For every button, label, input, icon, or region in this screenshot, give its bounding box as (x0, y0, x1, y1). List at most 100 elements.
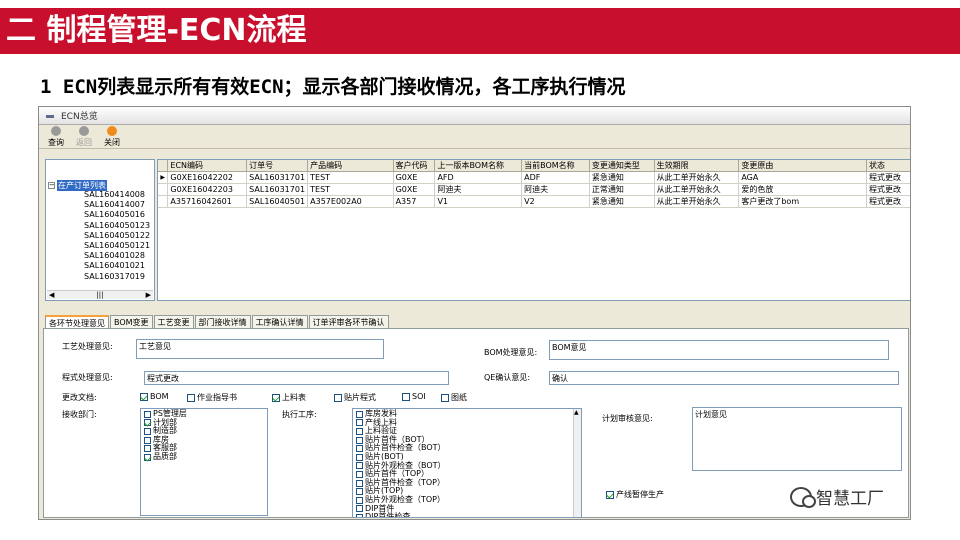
checkbox-icon[interactable] (187, 393, 195, 402)
plan-opinion-field[interactable]: 计划意见 (692, 407, 902, 471)
tree-item[interactable]: SAL160317019 (84, 272, 150, 282)
table-cell[interactable]: G0XE (393, 171, 436, 184)
table-cell[interactable]: G0XE16042202 (167, 171, 248, 184)
pause-production-checkbox[interactable]: 产线暂停生产 (606, 489, 664, 500)
column-header[interactable]: 当前BOM名称 (521, 160, 590, 172)
doc-smt-program-checkbox[interactable]: 贴片程式 (334, 392, 376, 403)
checkbox-checked-icon[interactable] (144, 453, 151, 461)
table-cell[interactable]: AFD (434, 171, 523, 184)
table-row[interactable]: G0XE16042203 SAL16031701 TEST G0XE 阿迪夫 阿迪夫 正常通… (158, 183, 910, 196)
checkbox-icon[interactable] (144, 427, 151, 435)
table-cell[interactable]: G0XE16042203 (167, 183, 248, 196)
tree-item[interactable]: SAL160414008 (84, 190, 150, 200)
checkbox-icon[interactable] (356, 453, 363, 461)
doc-sop-checkbox[interactable]: 作业指导书 (187, 392, 237, 403)
checkbox-icon[interactable] (356, 479, 363, 487)
table-cell[interactable]: A357 (393, 195, 436, 208)
checkbox-checked-icon[interactable] (606, 490, 614, 499)
scroll-left-icon[interactable]: ◀ (49, 291, 54, 299)
table-cell[interactable]: 阿迪夫 (434, 183, 523, 196)
scroll-right-icon[interactable]: ▶ (146, 291, 151, 299)
checkbox-checked-icon[interactable] (144, 419, 151, 427)
checkbox-checked-icon[interactable] (140, 392, 148, 401)
table-cell[interactable]: SAL16031701 (246, 171, 309, 184)
checkbox-icon[interactable] (356, 505, 363, 513)
query-button[interactable]: 查询 (43, 126, 69, 148)
column-header[interactable]: 订单号 (246, 160, 309, 172)
tree-hscrollbar[interactable]: ◀ ||| ▶ (47, 290, 153, 299)
tree-item[interactable]: SAL1604050121 (84, 241, 150, 251)
proc-item[interactable]: DIP首件检查 (356, 513, 578, 517)
table-cell[interactable]: 爱的色放 (738, 183, 868, 196)
table-cell[interactable]: 从此工单开始永久 (654, 183, 740, 196)
table-cell[interactable]: 程式更改 (866, 183, 910, 196)
checkbox-icon[interactable] (356, 419, 363, 427)
column-header[interactable]: 状态 (866, 160, 910, 172)
table-cell[interactable]: 正常通知 (589, 183, 655, 196)
scroll-thumb[interactable]: ||| (96, 291, 103, 299)
table-row[interactable]: A35716042601 SAL16040501 A357E002A0 A357 V1 V… (158, 195, 910, 208)
tree-item[interactable]: SAL160401021 (84, 261, 150, 271)
table-cell[interactable]: A357E002A0 (307, 195, 394, 208)
table-cell[interactable]: TEST (307, 183, 394, 196)
doc-feeder-checkbox[interactable]: 上料表 (272, 392, 306, 403)
dept-item[interactable]: 品质部 (144, 452, 264, 462)
checkbox-icon[interactable] (356, 436, 363, 444)
qe-opinion-field[interactable]: 确认 (549, 371, 899, 385)
column-header[interactable]: 上一版本BOM名称 (434, 160, 523, 172)
checkbox-icon[interactable] (356, 488, 363, 496)
order-tree[interactable]: − 在产订单列表 SAL160414008 SAL160414007 SAL1604… (45, 159, 155, 301)
back-button[interactable]: 返回 (71, 126, 97, 148)
table-cell[interactable]: 紧急通知 (589, 171, 655, 184)
table-cell[interactable]: SAL16040501 (246, 195, 309, 208)
column-header[interactable]: ECN编码 (167, 160, 248, 172)
tree-item[interactable]: SAL160405016 (84, 210, 150, 220)
checkbox-icon[interactable] (144, 436, 151, 444)
checkbox-icon[interactable] (356, 470, 363, 478)
column-header[interactable]: 客户代码 (393, 160, 436, 172)
table-cell[interactable]: 紧急通知 (589, 195, 655, 208)
table-cell[interactable]: A35716042601 (167, 195, 248, 208)
process-opinion-field[interactable]: 工艺意见 (136, 339, 384, 359)
checkbox-checked-icon[interactable] (272, 393, 280, 402)
table-cell[interactable]: 程式更改 (866, 195, 910, 208)
tree-item[interactable]: SAL160401028 (84, 251, 150, 261)
checkbox-icon[interactable] (334, 393, 342, 402)
doc-bom-checkbox[interactable]: BOM (140, 392, 169, 401)
doc-soi-checkbox[interactable]: SOI (402, 392, 426, 401)
checkbox-icon[interactable] (441, 393, 449, 402)
column-header[interactable]: 产品编码 (307, 160, 394, 172)
table-cell[interactable]: 阿迪夫 (521, 183, 590, 196)
table-cell[interactable]: 从此工单开始永久 (654, 171, 740, 184)
bom-opinion-field[interactable]: BOM意见 (549, 340, 889, 360)
column-header[interactable]: 变更原由 (738, 160, 868, 172)
checkbox-icon[interactable] (356, 462, 363, 470)
table-cell[interactable]: V2 (521, 195, 590, 208)
column-header[interactable]: 生效期限 (654, 160, 740, 172)
checkbox-icon[interactable] (356, 513, 363, 517)
table-cell[interactable]: TEST (307, 171, 394, 184)
doc-drawing-checkbox[interactable]: 图纸 (441, 392, 467, 403)
checkbox-icon[interactable] (144, 410, 151, 418)
proc-vscrollbar[interactable] (573, 409, 581, 517)
checkbox-icon[interactable] (356, 427, 363, 435)
tree-item[interactable]: SAL160414007 (84, 200, 150, 210)
checkbox-icon[interactable] (356, 410, 363, 418)
table-cell[interactable]: AGA (738, 171, 868, 184)
checkbox-icon[interactable] (144, 445, 151, 453)
checkbox-icon[interactable] (402, 392, 410, 401)
table-cell[interactable]: 程式更改 (866, 171, 910, 184)
column-header[interactable]: 变更通知类型 (589, 160, 655, 172)
table-cell[interactable]: ADF (521, 171, 590, 184)
close-button[interactable]: 关闭 (99, 126, 125, 148)
checkbox-icon[interactable] (356, 496, 363, 504)
table-cell[interactable]: 客户更改了bom (738, 195, 868, 208)
tree-item[interactable]: SAL1604050123 (84, 221, 150, 231)
program-opinion-field[interactable]: 程式更改 (144, 371, 449, 385)
tree-item[interactable]: SAL1604050122 (84, 231, 150, 241)
table-cell[interactable]: SAL16031701 (246, 183, 309, 196)
table-cell[interactable]: G0XE (393, 183, 436, 196)
checkbox-icon[interactable] (356, 445, 363, 453)
table-cell[interactable]: V1 (434, 195, 523, 208)
collapse-icon[interactable]: − (48, 182, 55, 189)
